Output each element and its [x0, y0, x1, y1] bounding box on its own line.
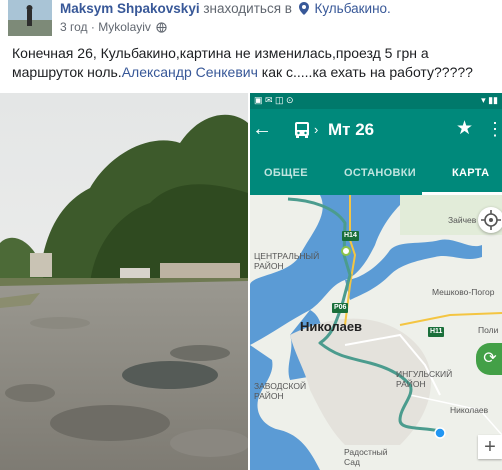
- post-text-part2: как с.....ка ехать на работу?????: [257, 64, 473, 80]
- chevron-right-icon: ›: [314, 122, 319, 137]
- tab-general[interactable]: ОБЩЕЕ: [264, 167, 308, 179]
- more-vertical-icon[interactable]: ⋮: [486, 118, 502, 142]
- label-meshkovo: Мешково-Погор: [432, 287, 495, 297]
- post-location[interactable]: Mykolayiv: [98, 20, 151, 34]
- label-zaichi: Зайчев: [448, 215, 477, 225]
- avatar[interactable]: [8, 0, 52, 36]
- road-shield-h11: H11: [428, 327, 445, 337]
- place-link[interactable]: Кульбакино.: [314, 1, 390, 16]
- label-ingulsky: ИНГУЛЬСКИЙ РАЙОН: [396, 369, 453, 389]
- status-icons-right: ▾ ▮▮: [481, 95, 498, 105]
- street-photo[interactable]: [0, 93, 248, 470]
- status-bar: ▣ ✉ ◫ ⊙ ▾ ▮▮: [250, 93, 502, 109]
- location-pin-icon: [298, 2, 309, 18]
- app-bar: ← › Мт 26 ★ ⋮: [250, 109, 502, 153]
- route-map[interactable]: ЦЕНТРАЛЬНЫЙ РАЙОН ЗАВОДСКОЙ РАЙОН ИНГУЛЬ…: [250, 195, 502, 470]
- bus-icon: [292, 120, 312, 140]
- plus-icon[interactable]: +: [478, 435, 502, 459]
- label-nikolaev-east: Николаев: [450, 405, 489, 415]
- label-city: Николаев: [300, 319, 363, 334]
- label-poli: Поли: [478, 325, 499, 335]
- phone-screenshot: ▣ ✉ ◫ ⊙ ▾ ▮▮ ← › Мт 26 ★ ⋮ ОБЩЕЕ ОСТАНОВ…: [250, 93, 502, 470]
- globe-icon: [156, 22, 167, 36]
- author-name[interactable]: Maksym Shpakovskyi: [60, 1, 200, 16]
- tab-stops[interactable]: ОСТАНОВКИ: [344, 167, 416, 179]
- refresh-icon[interactable]: ⟳: [476, 343, 502, 375]
- crosshair-icon[interactable]: [478, 207, 502, 233]
- road-shield-p06: P06: [332, 303, 349, 313]
- label-zavodsky: ЗАВОДСКОЙ РАЙОН: [254, 381, 307, 401]
- post-text: Конечная 26, Кульбакино,картина не измен…: [12, 44, 496, 82]
- status-icons-left: ▣ ✉ ◫ ⊙: [254, 95, 294, 105]
- star-icon[interactable]: ★: [456, 117, 474, 141]
- author-verb: знаходиться в: [203, 1, 292, 16]
- post-time[interactable]: 3 год: [60, 20, 88, 34]
- label-radostny: Радостный Сад: [344, 447, 388, 467]
- label-central: ЦЕНТРАЛЬНЫЙ РАЙОН: [254, 251, 320, 271]
- route-title: Мт 26: [328, 120, 375, 139]
- post-header: Maksym Shpakovskyi знаходиться в Кульбак…: [0, 0, 502, 40]
- arrow-left-icon[interactable]: ←: [252, 117, 272, 141]
- mention-link[interactable]: Александр Сенкевич: [122, 64, 258, 80]
- post-meta: 3 год · Mykolayiv: [60, 20, 169, 36]
- tab-bar: ОБЩЕЕ ОСТАНОВКИ КАРТА: [250, 153, 502, 195]
- road-shield-h14: H14: [342, 231, 359, 241]
- tab-map[interactable]: КАРТА: [452, 167, 489, 179]
- post-author-line: Maksym Shpakovskyi знаходиться в Кульбак…: [60, 1, 391, 18]
